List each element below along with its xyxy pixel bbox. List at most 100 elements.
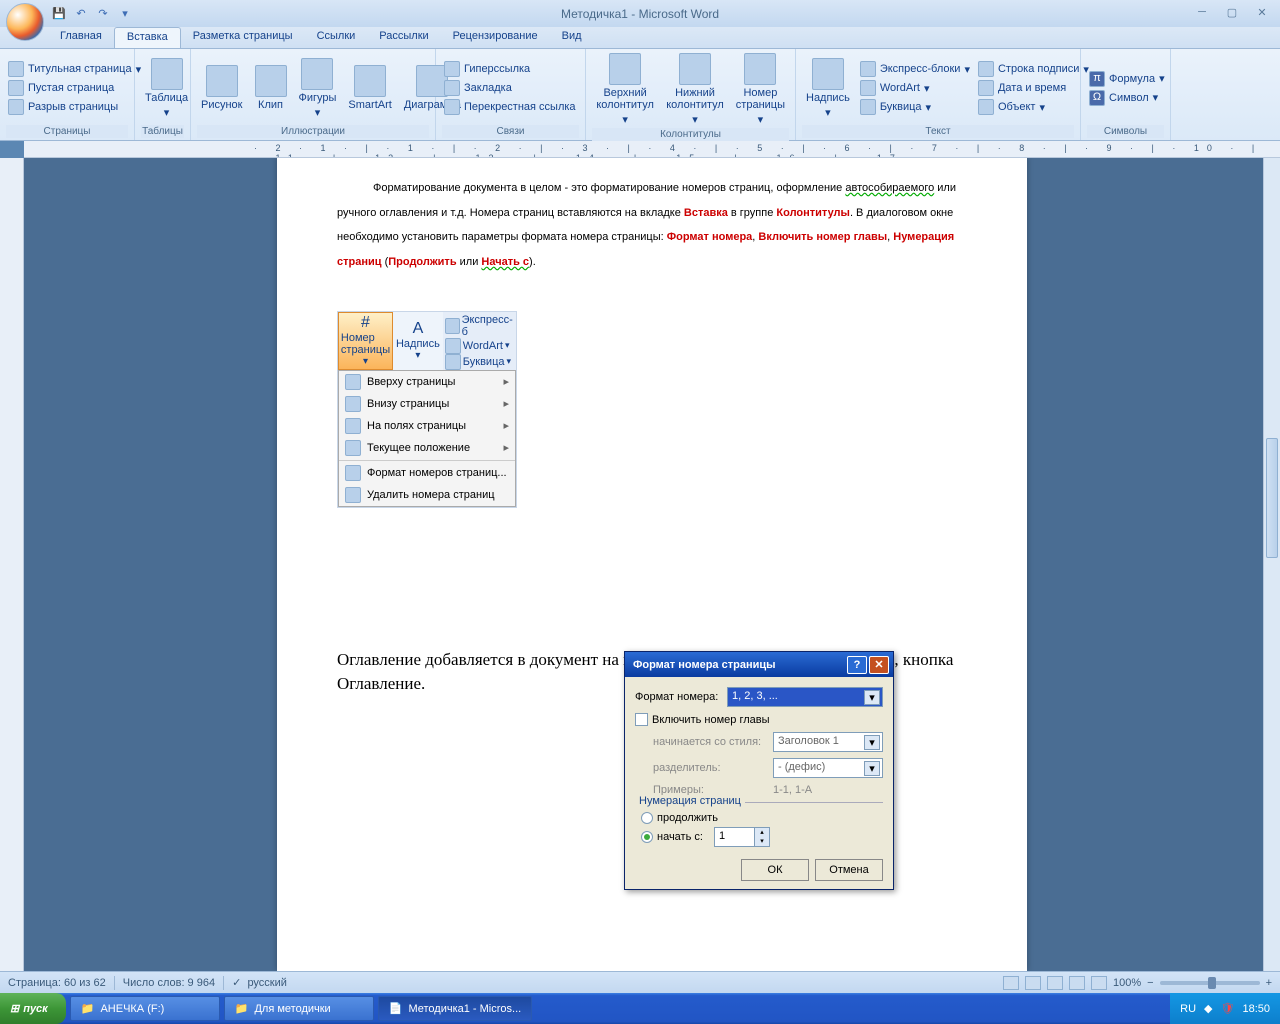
textbox-button[interactable]: Надпись▾ [802, 56, 854, 121]
view-draft[interactable] [1091, 976, 1107, 990]
datetime-button[interactable]: Дата и время [976, 79, 1091, 97]
tab-review[interactable]: Рецензирование [441, 27, 550, 48]
datetime-icon [978, 80, 994, 96]
vertical-scrollbar[interactable] [1263, 158, 1280, 971]
page-number-button[interactable]: Номер страницы▾ [732, 51, 789, 128]
status-page[interactable]: Страница: 60 из 62 [8, 977, 106, 989]
zoom-in-button[interactable]: + [1266, 977, 1272, 989]
tray-icon-2[interactable]: 🛡 [1221, 1002, 1235, 1015]
symbol-button[interactable]: ΩСимвол ▾ [1087, 89, 1167, 107]
tab-mailings[interactable]: Рассылки [367, 27, 440, 48]
tab-home[interactable]: Главная [48, 27, 114, 48]
qat-redo-icon[interactable]: ↷ [94, 5, 112, 23]
view-web-layout[interactable] [1047, 976, 1063, 990]
vertical-ruler[interactable] [0, 158, 24, 971]
object-button[interactable]: Объект ▾ [976, 98, 1091, 116]
sep-label: разделитель: [653, 762, 773, 774]
include-chapter-checkbox[interactable] [635, 713, 648, 726]
clip-button[interactable]: Клип [251, 63, 291, 113]
tab-view[interactable]: Вид [550, 27, 594, 48]
folder-icon: 📁 [81, 1002, 95, 1015]
quick-parts-button[interactable]: Экспресс-блоки ▾ [858, 60, 972, 78]
picture-icon [206, 65, 238, 97]
status-lang[interactable]: русский [247, 977, 286, 989]
continue-radio[interactable] [641, 812, 653, 824]
shapes-button[interactable]: Фигуры▾ [295, 56, 341, 121]
starts-combo: Заголовок 1 [773, 732, 883, 752]
crossref-button[interactable]: Перекрестная ссылка [442, 98, 578, 116]
spell-check-icon[interactable]: ✓ [232, 976, 241, 989]
view-full-screen[interactable] [1025, 976, 1041, 990]
footer-button[interactable]: Нижний колонтитул▾ [662, 51, 728, 128]
format-combo[interactable]: 1, 2, 3, ... [727, 687, 883, 707]
dropcap-button[interactable]: Буквица ▾ [858, 98, 972, 116]
tab-references[interactable]: Ссылки [305, 27, 368, 48]
equation-button[interactable]: πФормула ▾ [1087, 70, 1167, 88]
emb-menu-format: Формат номеров страниц... [339, 462, 515, 484]
startat-radio[interactable] [641, 831, 653, 843]
footer-icon [679, 53, 711, 85]
bookmark-button[interactable]: Закладка [442, 79, 578, 97]
tab-insert[interactable]: Вставка [114, 27, 181, 48]
header-button[interactable]: Верхний колонтитул▾ [592, 51, 658, 128]
page-number-format-dialog: Формат номера страницы ? ✕ Формат номера… [624, 651, 894, 890]
cancel-button[interactable]: Отмена [815, 859, 883, 881]
signature-button[interactable]: Строка подписи ▾ [976, 60, 1091, 78]
tab-page-layout[interactable]: Разметка страницы [181, 27, 305, 48]
page-break-button[interactable]: Разрыв страницы [6, 98, 143, 116]
numbering-title: Нумерация страниц [635, 795, 745, 807]
zoom-out-button[interactable]: − [1147, 977, 1153, 989]
symbol-icon: Ω [1089, 90, 1105, 106]
emb-page-number: #Номер страницы▾ [338, 312, 393, 370]
status-bar: Страница: 60 из 62 Число слов: 9 964 ✓ р… [0, 971, 1280, 993]
blank-page-button[interactable]: Пустая страница [6, 79, 143, 97]
scrollbar-thumb[interactable] [1266, 438, 1278, 558]
taskbar-item-1[interactable]: 📁АНЕЧКА (F:) [70, 996, 220, 1021]
minimize-icon[interactable]: ─ [1190, 4, 1214, 20]
wordart-button[interactable]: WordArt ▾ [858, 79, 972, 97]
keyboard-lang[interactable]: RU [1180, 1003, 1196, 1015]
view-outline[interactable] [1069, 976, 1085, 990]
zoom-value[interactable]: 100% [1113, 977, 1141, 989]
folder-icon: 📁 [235, 1002, 249, 1015]
cover-page-button[interactable]: Титульная страница ▾ [6, 60, 143, 78]
ribbon-tabs: Главная Вставка Разметка страницы Ссылки… [0, 27, 1280, 49]
horizontal-ruler[interactable] [24, 141, 1280, 158]
taskbar-item-2[interactable]: 📁Для методички [224, 996, 374, 1021]
taskbar-item-3[interactable]: 📄Методичка1 - Micros... [378, 996, 532, 1021]
ok-button[interactable]: ОК [741, 859, 809, 881]
windows-logo-icon: ⊞ [10, 1002, 19, 1015]
dialog-close-button[interactable]: ✕ [869, 656, 889, 674]
tray-icon-1[interactable]: ◆ [1204, 1002, 1212, 1015]
taskbar: ⊞пуск 📁АНЕЧКА (F:) 📁Для методички 📄Метод… [0, 993, 1280, 1024]
maximize-icon[interactable]: ▢ [1220, 4, 1244, 20]
startat-label: начать с: [657, 831, 703, 843]
zoom-slider[interactable] [1160, 981, 1260, 985]
start-button[interactable]: ⊞пуск [0, 993, 66, 1024]
status-words[interactable]: Число слов: 9 964 [123, 977, 215, 989]
shapes-icon [301, 58, 333, 90]
view-print-layout[interactable] [1003, 976, 1019, 990]
qat-undo-icon[interactable]: ↶ [72, 5, 90, 23]
tray-time[interactable]: 18:50 [1242, 1003, 1270, 1015]
close-icon[interactable]: ✕ [1250, 4, 1274, 20]
hyperlink-button[interactable]: Гиперссылка [442, 60, 578, 78]
smartart-button[interactable]: SmartArt [344, 63, 395, 113]
dialog-help-button[interactable]: ? [847, 656, 867, 674]
smartart-icon [354, 65, 386, 97]
group-symbols-title: Символы [1087, 125, 1164, 138]
qat-save-icon[interactable]: 💾 [50, 5, 68, 23]
picture-button[interactable]: Рисунок [197, 63, 247, 113]
office-button[interactable] [6, 3, 44, 41]
system-tray[interactable]: RU ◆ 🛡 18:50 [1170, 993, 1280, 1024]
group-tables-title: Таблицы [141, 125, 184, 138]
word-icon: 📄 [389, 1002, 403, 1015]
include-chapter-label: Включить номер главы [652, 714, 770, 726]
clip-icon [255, 65, 287, 97]
qat-more-icon[interactable]: ▾ [116, 5, 134, 23]
startat-spinner[interactable]: 1 [714, 827, 770, 847]
table-button[interactable]: Таблица▾ [141, 56, 192, 121]
emb-menu-bottom: Внизу страницы▸ [339, 393, 515, 415]
dropcap-icon [860, 99, 876, 115]
continue-label: продолжить [657, 812, 718, 824]
